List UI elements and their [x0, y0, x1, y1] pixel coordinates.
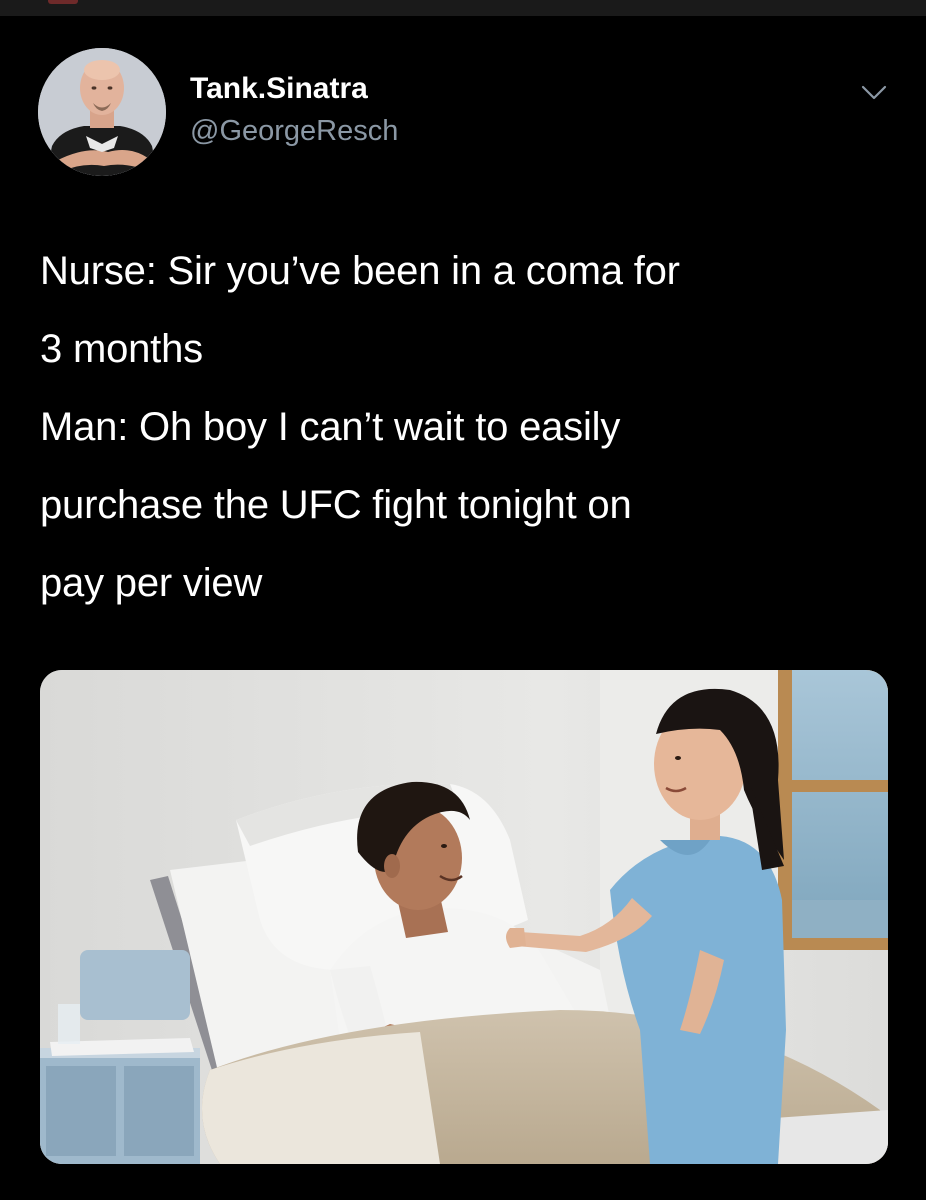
avatar-photo-icon: [38, 48, 166, 176]
author-handle[interactable]: @GeorgeResch: [190, 114, 398, 148]
avatar[interactable]: [38, 48, 166, 176]
tweet-media-photo[interactable]: [40, 670, 888, 1164]
author-display-name[interactable]: Tank.Sinatra: [190, 72, 368, 106]
tweet-text: Nurse: Sir you’ve been in a coma for 3 m…: [40, 232, 900, 622]
status-indicator: [48, 0, 78, 4]
chevron-down-icon[interactable]: [858, 80, 890, 104]
status-bar: [0, 0, 926, 16]
tweet-text-line: Nurse: Sir you’ve been in a coma for: [40, 249, 680, 293]
tweet-text-line: Man: Oh boy I can’t wait to easily: [40, 405, 621, 449]
tweet-text-line: pay per view: [40, 561, 263, 605]
tweet-text-line: 3 months: [40, 327, 203, 371]
tweet-text-line: purchase the UFC fight tonight on: [40, 483, 632, 527]
hospital-room-photo-icon: [40, 670, 888, 1164]
